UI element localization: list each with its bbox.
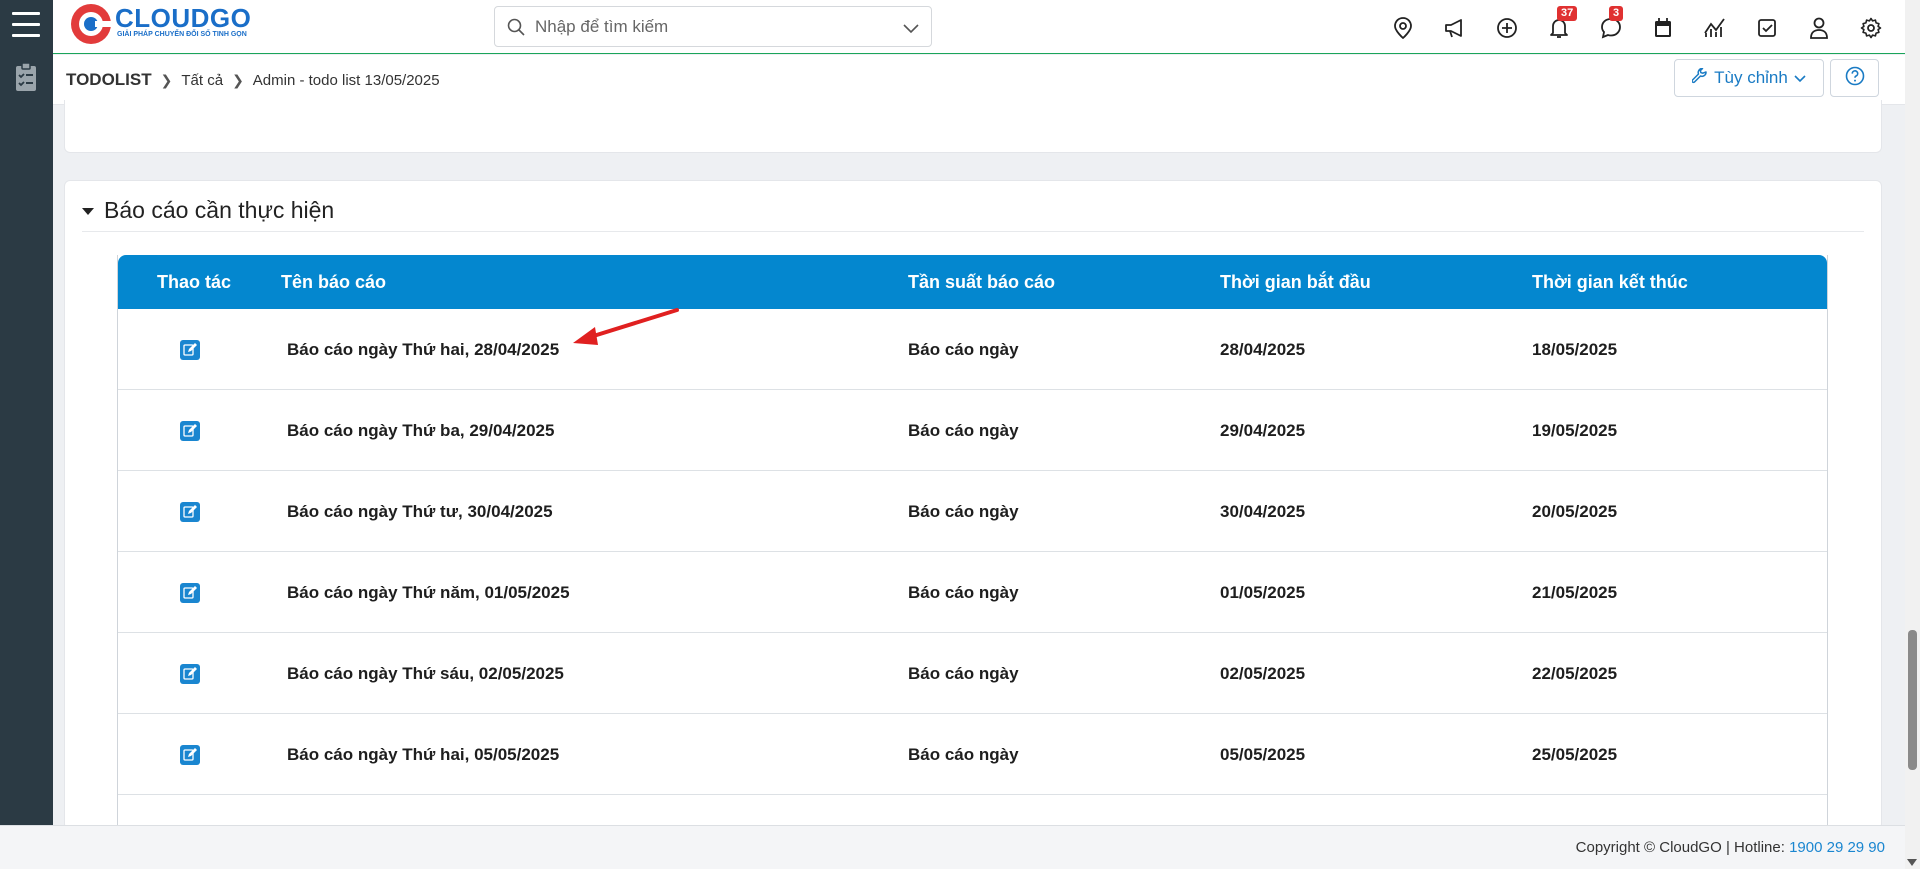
breadcrumb-current: Admin - todo list 13/05/2025 — [252, 71, 440, 89]
column-header-end-time: Thời gian kết thúc — [1532, 272, 1688, 292]
vertical-scrollbar[interactable] — [1905, 0, 1920, 869]
table-row: Báo cáo ngày Thứ hai, 28/04/2025 Báo cáo… — [118, 309, 1827, 390]
column-header-start-time: Thời gian bắt đầu — [1220, 272, 1371, 292]
scrollbar-thumb[interactable] — [1908, 630, 1917, 770]
checkbox-icon[interactable] — [1754, 15, 1780, 41]
report-end-date: 22/05/2025 — [1532, 664, 1618, 683]
edit-icon[interactable] — [180, 664, 200, 684]
report-name[interactable]: Báo cáo ngày Thứ ba, 29/04/2025 — [287, 421, 554, 441]
footer-divider: | — [1725, 839, 1735, 856]
report-name[interactable]: Báo cáo ngày Thứ tư, 30/04/2025 — [287, 502, 553, 522]
wrench-icon — [1691, 67, 1708, 89]
report-end-date: 21/05/2025 — [1532, 583, 1618, 602]
table-header: Thao tác Tên báo cáo Tần suất báo cáo Th… — [118, 255, 1827, 309]
report-frequency: Báo cáo ngày — [908, 502, 1019, 521]
user-icon[interactable] — [1806, 15, 1832, 41]
location-icon[interactable] — [1390, 15, 1416, 41]
report-start-date: 30/04/2025 — [1220, 502, 1306, 521]
report-name[interactable]: Báo cáo ngày Thứ hai, 05/05/2025 — [287, 745, 559, 765]
breadcrumb: TODOLIST ❯ Tất cả ❯ Admin - todo list 13… — [66, 70, 440, 90]
report-frequency: Báo cáo ngày — [908, 583, 1019, 602]
chevron-right-icon: ❯ — [160, 71, 173, 88]
column-header-action: Thao tác — [157, 272, 232, 292]
edit-icon[interactable] — [180, 340, 200, 360]
add-circle-icon[interactable] — [1494, 15, 1520, 41]
reports-table: Thao tác Tên báo cáo Tần suất báo cáo Th… — [117, 255, 1828, 829]
report-name[interactable]: Báo cáo ngày Thứ sáu, 02/05/2025 — [287, 664, 564, 684]
caret-down-icon[interactable] — [82, 208, 94, 215]
megaphone-icon[interactable] — [1442, 15, 1468, 41]
clipboard-checklist-icon[interactable] — [14, 62, 38, 92]
section-header[interactable]: Báo cáo cần thực hiện — [82, 189, 1864, 232]
report-frequency: Báo cáo ngày — [908, 664, 1019, 683]
report-name[interactable]: Báo cáo ngày Thứ hai, 28/04/2025 — [287, 340, 559, 360]
table-row: Báo cáo ngày Thứ hai, 05/05/2025 Báo cáo… — [118, 714, 1827, 795]
calendar-icon[interactable] — [1650, 15, 1676, 41]
report-name[interactable]: Báo cáo ngày Thứ năm, 01/05/2025 — [287, 583, 570, 603]
report-end-date: 19/05/2025 — [1532, 421, 1618, 440]
report-frequency: Báo cáo ngày — [908, 421, 1019, 440]
report-start-date: 29/04/2025 — [1220, 421, 1306, 440]
previous-section-card — [64, 100, 1882, 153]
edit-icon[interactable] — [180, 583, 200, 603]
table-row: Báo cáo ngày Thứ sáu, 02/05/2025 Báo cáo… — [118, 633, 1827, 714]
message-badge: 3 — [1609, 6, 1624, 21]
hotline-label: Hotline: — [1734, 839, 1785, 856]
customize-label: Tùy chỉnh — [1714, 68, 1788, 87]
settings-icon[interactable] — [1858, 15, 1884, 41]
breadcrumb-all[interactable]: Tất cả — [181, 72, 223, 89]
column-header-frequency: Tần suất báo cáo — [908, 272, 1056, 292]
edit-icon[interactable] — [180, 502, 200, 522]
analytics-icon[interactable] — [1702, 15, 1728, 41]
report-end-date: 20/05/2025 — [1532, 502, 1618, 521]
help-button[interactable] — [1830, 59, 1879, 97]
hotline-link[interactable]: 1900 29 29 90 — [1789, 839, 1885, 856]
chevron-down-icon — [1794, 68, 1806, 88]
notification-badge: 37 — [1557, 6, 1578, 21]
report-start-date: 28/04/2025 — [1220, 340, 1306, 359]
chat-icon[interactable]: 3 — [1598, 6, 1624, 41]
breadcrumb-bar: TODOLIST ❯ Tất cả ❯ Admin - todo list 13… — [53, 55, 1920, 105]
table-row: Báo cáo ngày Thứ ba, 29/04/2025 Báo cáo … — [118, 390, 1827, 471]
report-frequency: Báo cáo ngày — [908, 340, 1019, 359]
report-end-date: 18/05/2025 — [1532, 340, 1618, 359]
edit-icon[interactable] — [180, 745, 200, 765]
customize-button[interactable]: Tùy chỉnh — [1674, 59, 1824, 97]
section-title: Báo cáo cần thực hiện — [104, 196, 335, 223]
chevron-right-icon: ❯ — [232, 71, 244, 88]
report-end-date: 25/05/2025 — [1532, 745, 1618, 764]
breadcrumb-root[interactable]: TODOLIST — [66, 70, 152, 90]
top-header: CLOUDGO GIẢI PHÁP CHUYỂN ĐỔI SỐ TINH GỌN… — [53, 0, 1920, 54]
bell-icon[interactable]: 37 — [1546, 6, 1578, 41]
report-start-date: 02/05/2025 — [1220, 664, 1306, 683]
table-row: Báo cáo ngày Thứ tư, 30/04/2025 Báo cáo … — [118, 471, 1827, 552]
report-frequency: Báo cáo ngày — [908, 745, 1019, 764]
menu-icon[interactable] — [12, 12, 40, 38]
edit-icon[interactable] — [180, 421, 200, 441]
reports-section-card: Báo cáo cần thực hiện Thao tác Tên báo c… — [64, 180, 1882, 830]
scroll-down-arrow-icon[interactable] — [1907, 859, 1917, 866]
question-circle-icon — [1845, 66, 1865, 91]
left-sidebar — [0, 0, 53, 825]
copyright-text: Copyright © CloudGO — [1575, 839, 1722, 856]
column-header-report-name: Tên báo cáo — [281, 272, 387, 292]
report-start-date: 05/05/2025 — [1220, 745, 1306, 764]
table-row: Báo cáo ngày Thứ năm, 01/05/2025 Báo cáo… — [118, 552, 1827, 633]
report-start-date: 01/05/2025 — [1220, 583, 1306, 602]
footer: Copyright © CloudGO | Hotline: 1900 29 2… — [0, 825, 1920, 869]
